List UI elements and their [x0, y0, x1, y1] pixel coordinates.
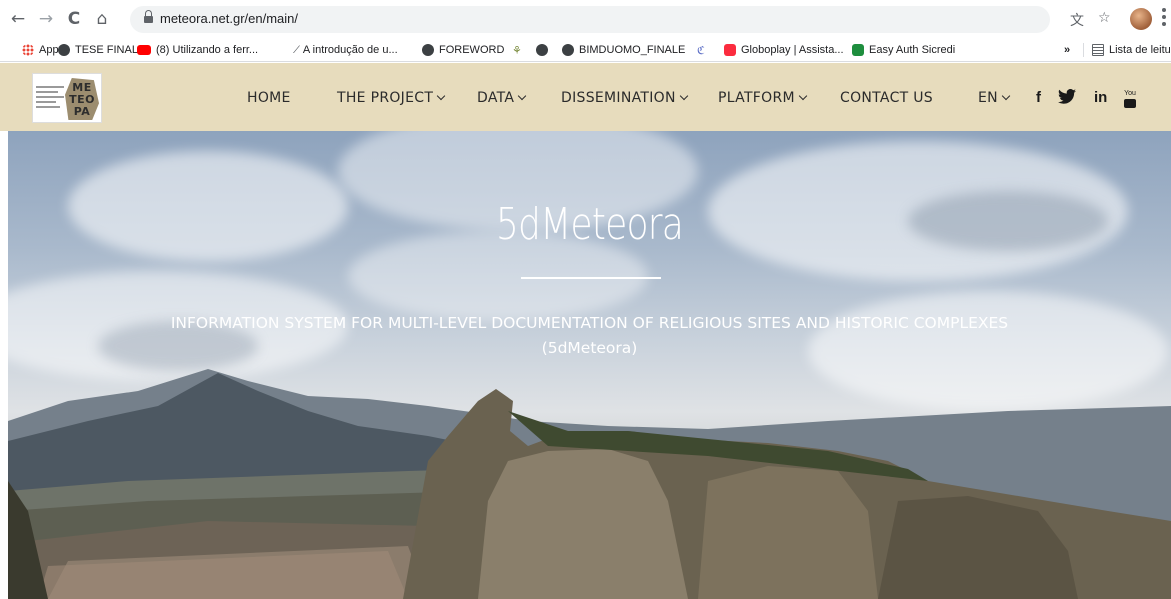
nav-label: HOME	[247, 90, 291, 106]
chevron-down-icon	[518, 91, 527, 101]
bookmark-label: A introdução de u...	[302, 44, 398, 56]
hero-subtitle: INFORMATION SYSTEM FOR MULTI-LEVEL DOCUM…	[170, 314, 1009, 357]
hero-banner: 5dMeteora INFORMATION SYSTEM FOR MULTI-L…	[8, 131, 1171, 599]
site-logo[interactable]: ME TEO PA	[32, 73, 102, 123]
nav-home[interactable]: HOME	[247, 90, 291, 106]
globe-icon	[536, 44, 548, 56]
nav-contact-us[interactable]: CONTACT US	[840, 90, 933, 106]
apps-grid-icon	[22, 44, 34, 56]
chevron-down-icon	[798, 91, 808, 101]
landscape	[8, 369, 1171, 599]
globoplay-icon	[724, 44, 736, 56]
site-icon: ℭ	[697, 44, 705, 57]
profile-avatar[interactable]	[1130, 8, 1152, 30]
bookmark-youtube[interactable]: (8) Utilizando a ferr...	[137, 43, 258, 57]
nav-platform[interactable]: PLATFORM	[718, 90, 808, 106]
hero-title: 5dMeteora	[495, 199, 684, 250]
chevron-down-icon	[436, 91, 446, 101]
reading-list-icon	[1092, 44, 1104, 56]
globe-icon	[422, 44, 434, 56]
divider	[1083, 43, 1084, 57]
bookmarks-bar: Apps TESE FINAL (8) Utilizando a ferr...…	[0, 38, 1171, 62]
site-icon: ⁄	[296, 44, 298, 56]
bookmark-foreword[interactable]: FOREWORD	[422, 43, 504, 57]
home-icon[interactable]: ⌂	[92, 9, 112, 29]
bookmark-site[interactable]: ⚘	[512, 43, 522, 57]
bookmark-label: TESE FINAL	[75, 44, 138, 56]
bookmark-easy-auth[interactable]: Easy Auth Sicredi	[852, 43, 955, 57]
chevron-down-icon	[679, 91, 689, 101]
hero-divider	[521, 277, 661, 279]
bookmark-globe[interactable]	[536, 43, 548, 57]
url-text[interactable]: meteora.net.gr/en/main/	[160, 11, 298, 26]
nav-data[interactable]: DATA	[477, 90, 527, 106]
language-label: EN	[978, 90, 998, 106]
bookmarks-overflow[interactable]: »	[1064, 43, 1070, 57]
globe-icon	[58, 44, 70, 56]
bookmark-introducao[interactable]: ⁄ A introdução de u...	[296, 43, 398, 57]
nav-the-project[interactable]: THE PROJECT	[337, 90, 446, 106]
globe-icon	[562, 44, 574, 56]
nav-label: THE PROJECT	[337, 90, 434, 106]
reload-icon[interactable]: C	[64, 9, 84, 29]
bookmark-site-2[interactable]: ℭ	[697, 43, 705, 57]
reading-list-label: Lista de leitur	[1109, 44, 1171, 56]
lock-icon	[852, 44, 864, 56]
lock-icon	[144, 10, 153, 24]
chevron-down-icon	[1001, 91, 1011, 101]
bookmark-tese-final[interactable]: TESE FINAL	[58, 43, 138, 57]
reading-list[interactable]: Lista de leitur	[1092, 43, 1171, 57]
bookmark-label: Easy Auth Sicredi	[869, 44, 956, 56]
bookmark-globoplay[interactable]: Globoplay | Assista...	[724, 43, 844, 57]
hero-left-margin	[0, 131, 8, 599]
back-icon[interactable]: ←	[8, 9, 28, 29]
bookmark-label: FOREWORD	[439, 44, 505, 56]
star-icon[interactable]: ☆	[1098, 10, 1111, 26]
bookmark-label: (8) Utilizando a ferr...	[156, 44, 259, 56]
linkedin-icon[interactable]: in	[1094, 89, 1107, 106]
logo-text-lines	[36, 86, 64, 111]
forward-icon[interactable]: →	[36, 9, 56, 29]
nav-label: PLATFORM	[718, 90, 795, 106]
browser-toolbar: ← → C ⌂ meteora.net.gr/en/main/ 文 ☆	[0, 0, 1171, 38]
nav-label: DATA	[477, 90, 515, 106]
site-icon: ⚘	[512, 44, 522, 57]
nav-dissemination[interactable]: DISSEMINATION	[561, 90, 689, 106]
site-header: ME TEO PA HOME THE PROJECT DATA DISSEMIN…	[0, 63, 1171, 131]
nav-label: CONTACT US	[840, 90, 933, 106]
language-selector[interactable]: EN	[978, 90, 1011, 106]
youtube-icon	[137, 45, 151, 55]
twitter-icon[interactable]	[1058, 89, 1076, 107]
bookmark-bimduomo[interactable]: BIMDUOMO_FINALE	[562, 43, 685, 57]
twitter-bird-svg	[1058, 89, 1076, 104]
youtube-icon[interactable]: You	[1124, 89, 1136, 108]
menu-icon[interactable]	[1162, 8, 1166, 28]
facebook-icon[interactable]: f	[1036, 89, 1041, 106]
address-bar[interactable]: meteora.net.gr/en/main/	[130, 6, 1050, 33]
bookmark-label: BIMDUOMO_FINALE	[579, 44, 686, 56]
translate-icon[interactable]: 文	[1070, 10, 1084, 30]
bookmark-label: Globoplay | Assista...	[741, 44, 844, 56]
nav-label: DISSEMINATION	[561, 90, 676, 106]
logo-text: ME TEO PA	[69, 81, 95, 118]
